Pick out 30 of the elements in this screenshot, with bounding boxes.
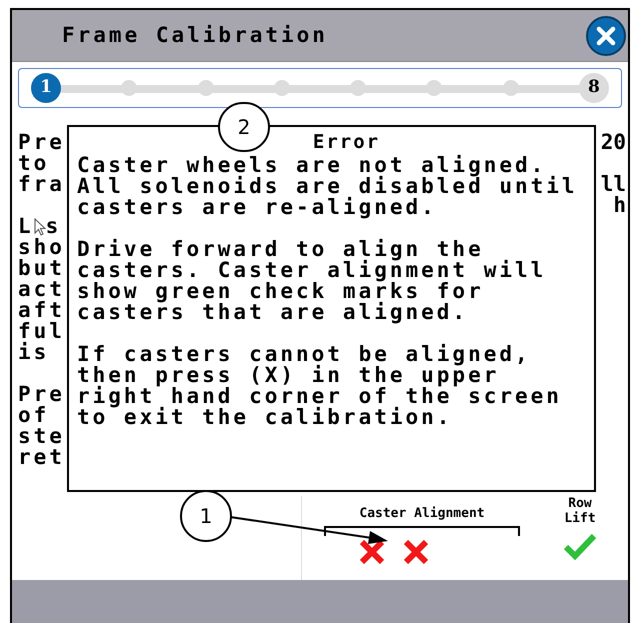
close-icon: [596, 26, 616, 46]
text-fragment: ret: [18, 447, 65, 468]
text-fragment: 20: [600, 130, 626, 154]
mouse-pointer-icon: [34, 218, 46, 236]
dialog-paragraph: If casters cannot be aligned, then press (X) in the upper right hand corner of the screen to exit the calibration.: [77, 344, 563, 428]
text-fragment: ll: [600, 172, 626, 196]
dialog-title: Error: [312, 130, 380, 155]
caster-alignment-label: Caster Alignment: [359, 505, 485, 523]
text-fragment: aft: [18, 300, 65, 321]
text-fragment: L: [18, 216, 34, 237]
text-fragment: s: [46, 216, 62, 237]
dialog-paragraph: Drive forward to align the casters. Caster alignment will show green check marks for casters that are aligned.: [77, 239, 548, 323]
row-lift-label: Row Lift: [564, 496, 596, 526]
text-fragment: Pre: [18, 132, 65, 153]
text-fragment: is: [18, 342, 50, 363]
text-fragment: ste: [18, 426, 65, 447]
text-fragment: of: [18, 405, 50, 426]
text-fragment: fra: [18, 174, 65, 195]
step-marker: 8: [578, 73, 609, 103]
close-button[interactable]: [586, 16, 626, 56]
dialog-paragraph: Caster wheels are not aligned. All solenoids are disabled until casters are re-aligned.: [77, 155, 578, 218]
step-marker: 1: [31, 73, 61, 103]
text-fragment: to: [18, 153, 50, 174]
screen-title: Frame Calibration: [62, 22, 328, 49]
text-fragment: h: [613, 193, 626, 217]
text-fragment: Pre: [18, 384, 65, 405]
text-fragment: act: [18, 279, 65, 300]
text-fragment: sho: [18, 237, 65, 258]
text-fragment: but: [18, 258, 65, 279]
text-fragment: ful: [18, 321, 65, 342]
